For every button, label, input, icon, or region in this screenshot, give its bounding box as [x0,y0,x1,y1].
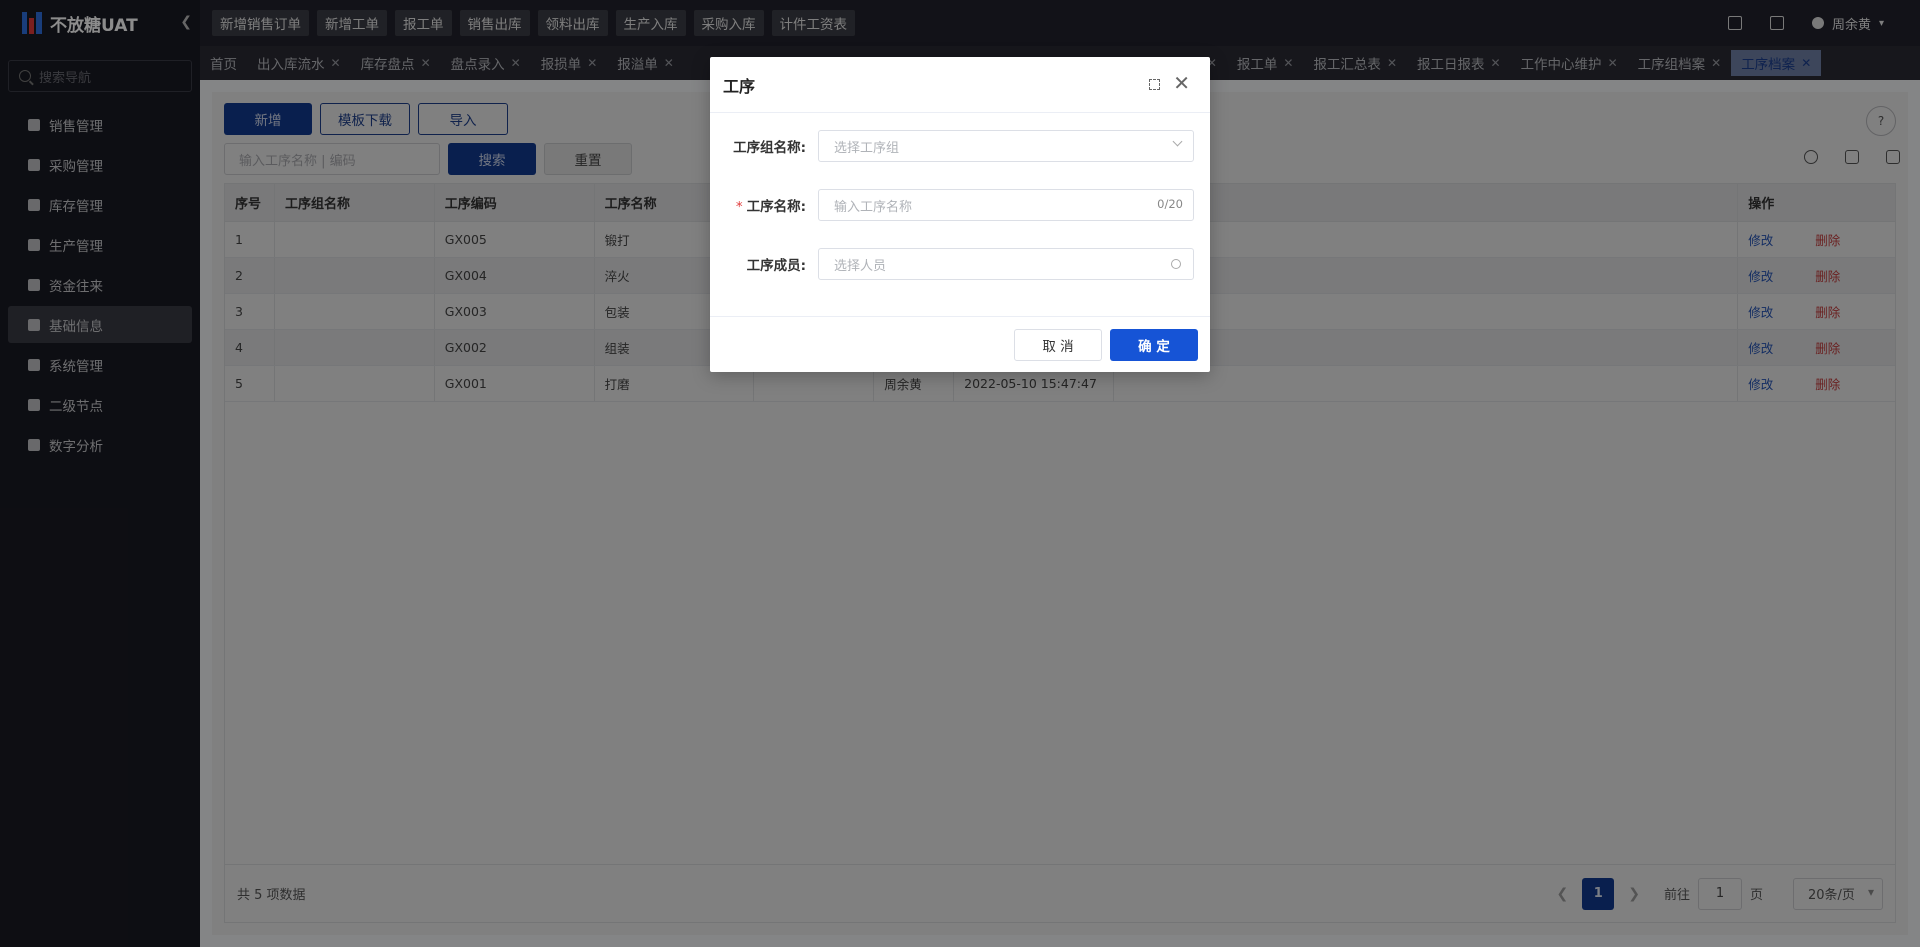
chevron-down-icon [1172,136,1183,147]
fullscreen-icon[interactable] [1149,79,1160,90]
group-name-placeholder: 选择工序组 [834,140,900,156]
cancel-button[interactable]: 取 消 [1014,329,1102,361]
char-counter: 0/20 [1157,197,1183,211]
members-picker[interactable]: 选择人员 [818,248,1194,280]
members-label: 工序成员: [746,258,806,274]
process-name-input[interactable]: 输入工序名称 0/20 [818,189,1194,221]
dialog-title: 工序 [723,76,756,96]
group-name-select[interactable]: 选择工序组 [818,130,1194,162]
process-dialog: 工序 ✕ 工序组名称: 选择工序组 * 工序名称: 输入工序名称 0/20 工序成… [710,57,1210,372]
search-icon [1171,259,1181,269]
process-name-label: * 工序名称: [735,199,806,215]
group-name-label: 工序组名称: [733,140,806,156]
members-placeholder: 选择人员 [834,258,887,274]
process-name-placeholder: 输入工序名称 [834,199,913,215]
confirm-button[interactable]: 确 定 [1110,329,1198,361]
close-icon[interactable]: ✕ [1173,71,1190,95]
